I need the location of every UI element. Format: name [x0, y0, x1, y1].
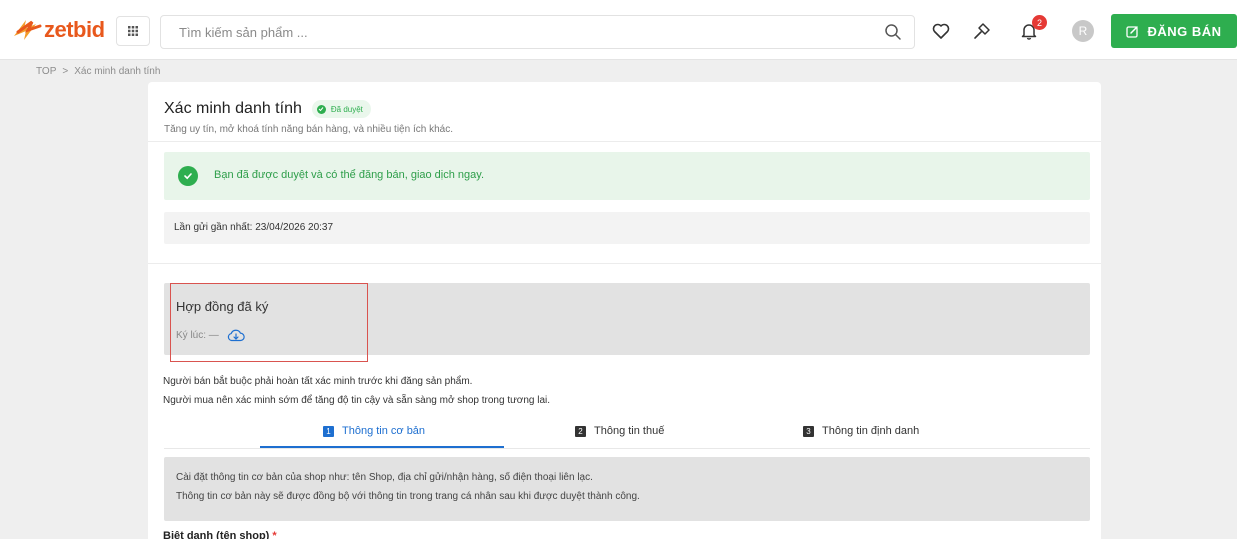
page-title: Xác minh danh tính [164, 100, 302, 117]
edit-icon [1126, 25, 1139, 38]
tabs-divider [164, 448, 1090, 449]
page-subtitle: Tăng uy tín, mở khoá tính năng bán hàng,… [164, 124, 453, 135]
success-alert: Bạn đã được duyệt và có thể đăng bán, gi… [164, 152, 1090, 200]
verification-tabs: 1 Thông tin cơ bản 2 Thông tin thuế 3 Th… [148, 417, 1101, 449]
divider [148, 263, 1101, 264]
sell-button[interactable]: ĐĂNG BÁN [1111, 14, 1237, 48]
bid-hammer-button[interactable] [969, 18, 995, 44]
title-row: Xác minh danh tính Đã duyệt [164, 100, 371, 118]
tab-tax-info[interactable]: 2 Thông tin thuế [575, 425, 664, 437]
info-line: Cài đặt thông tin cơ bản của shop như: t… [176, 472, 593, 483]
tab-number: 3 [803, 425, 814, 437]
notification-count-badge: 2 [1032, 15, 1047, 30]
active-tab-indicator [260, 446, 504, 448]
breadcrumb-current: Xác minh danh tính [74, 66, 161, 77]
last-sent-box: Lần gửi gần nhất: 23/04/2026 20:37 [164, 212, 1090, 244]
check-circle-icon [316, 104, 326, 114]
tab-label: Thông tin cơ bản [342, 425, 426, 437]
logo-text: zetbid [44, 17, 105, 42]
divider [148, 141, 1101, 142]
search-icon[interactable] [884, 23, 902, 41]
status-badge-label: Đã duyệt [330, 104, 363, 114]
search-input[interactable]: Tìm kiếm sản phẩm ... [160, 15, 915, 49]
breadcrumb-separator: > [62, 66, 69, 77]
user-avatar[interactable]: R [1072, 20, 1094, 42]
search-placeholder: Tìm kiếm sản phẩm ... [179, 25, 308, 40]
success-message: Bạn đã được duyệt và có thể đăng bán, gi… [214, 169, 485, 181]
category-menu-button[interactable] [116, 16, 150, 46]
info-line: Thông tin cơ bản này sẽ được đồng bộ với… [176, 491, 640, 502]
tab-label: Thông tin thuế [594, 425, 665, 437]
breadcrumb: TOP > Xác minh danh tính [36, 66, 160, 77]
tab-number: 1 [323, 425, 334, 437]
logo-mark-icon [14, 20, 42, 40]
shop-name-label: Biệt danh (tên shop) * [163, 530, 277, 539]
buyer-note: Người mua nên xác minh sớm để tăng độ ti… [163, 395, 551, 406]
top-header: zetbid Tìm kiếm sản phẩm ... 2 R ĐĂNG BÁ… [0, 0, 1237, 60]
heart-icon [932, 23, 950, 39]
check-circle-icon [178, 166, 198, 186]
favorites-button[interactable] [928, 18, 954, 44]
status-badge: Đã duyệt [311, 100, 371, 118]
shop-name-label-text: Biệt danh (tên shop) [163, 530, 270, 539]
tab-basic-info[interactable]: 1 Thông tin cơ bản [323, 425, 425, 437]
tab-identity-info[interactable]: 3 Thông tin định danh [803, 425, 919, 437]
gavel-icon [974, 23, 990, 39]
zetbid-logo[interactable]: zetbid [12, 16, 105, 44]
sell-button-label: ĐĂNG BÁN [1147, 23, 1222, 39]
tab-number: 2 [575, 425, 586, 437]
contract-highlight-frame [170, 283, 368, 362]
breadcrumb-home[interactable]: TOP [36, 66, 56, 77]
last-sent-text: Lần gửi gần nhất: 23/04/2026 20:37 [174, 222, 334, 233]
required-mark: * [272, 530, 277, 539]
seller-note: Người bán bắt buộc phải hoàn tất xác min… [163, 376, 473, 387]
basic-info-description: Cài đặt thông tin cơ bản của shop như: t… [164, 457, 1090, 521]
tab-label: Thông tin định danh [822, 425, 920, 437]
grid-icon [128, 26, 138, 36]
